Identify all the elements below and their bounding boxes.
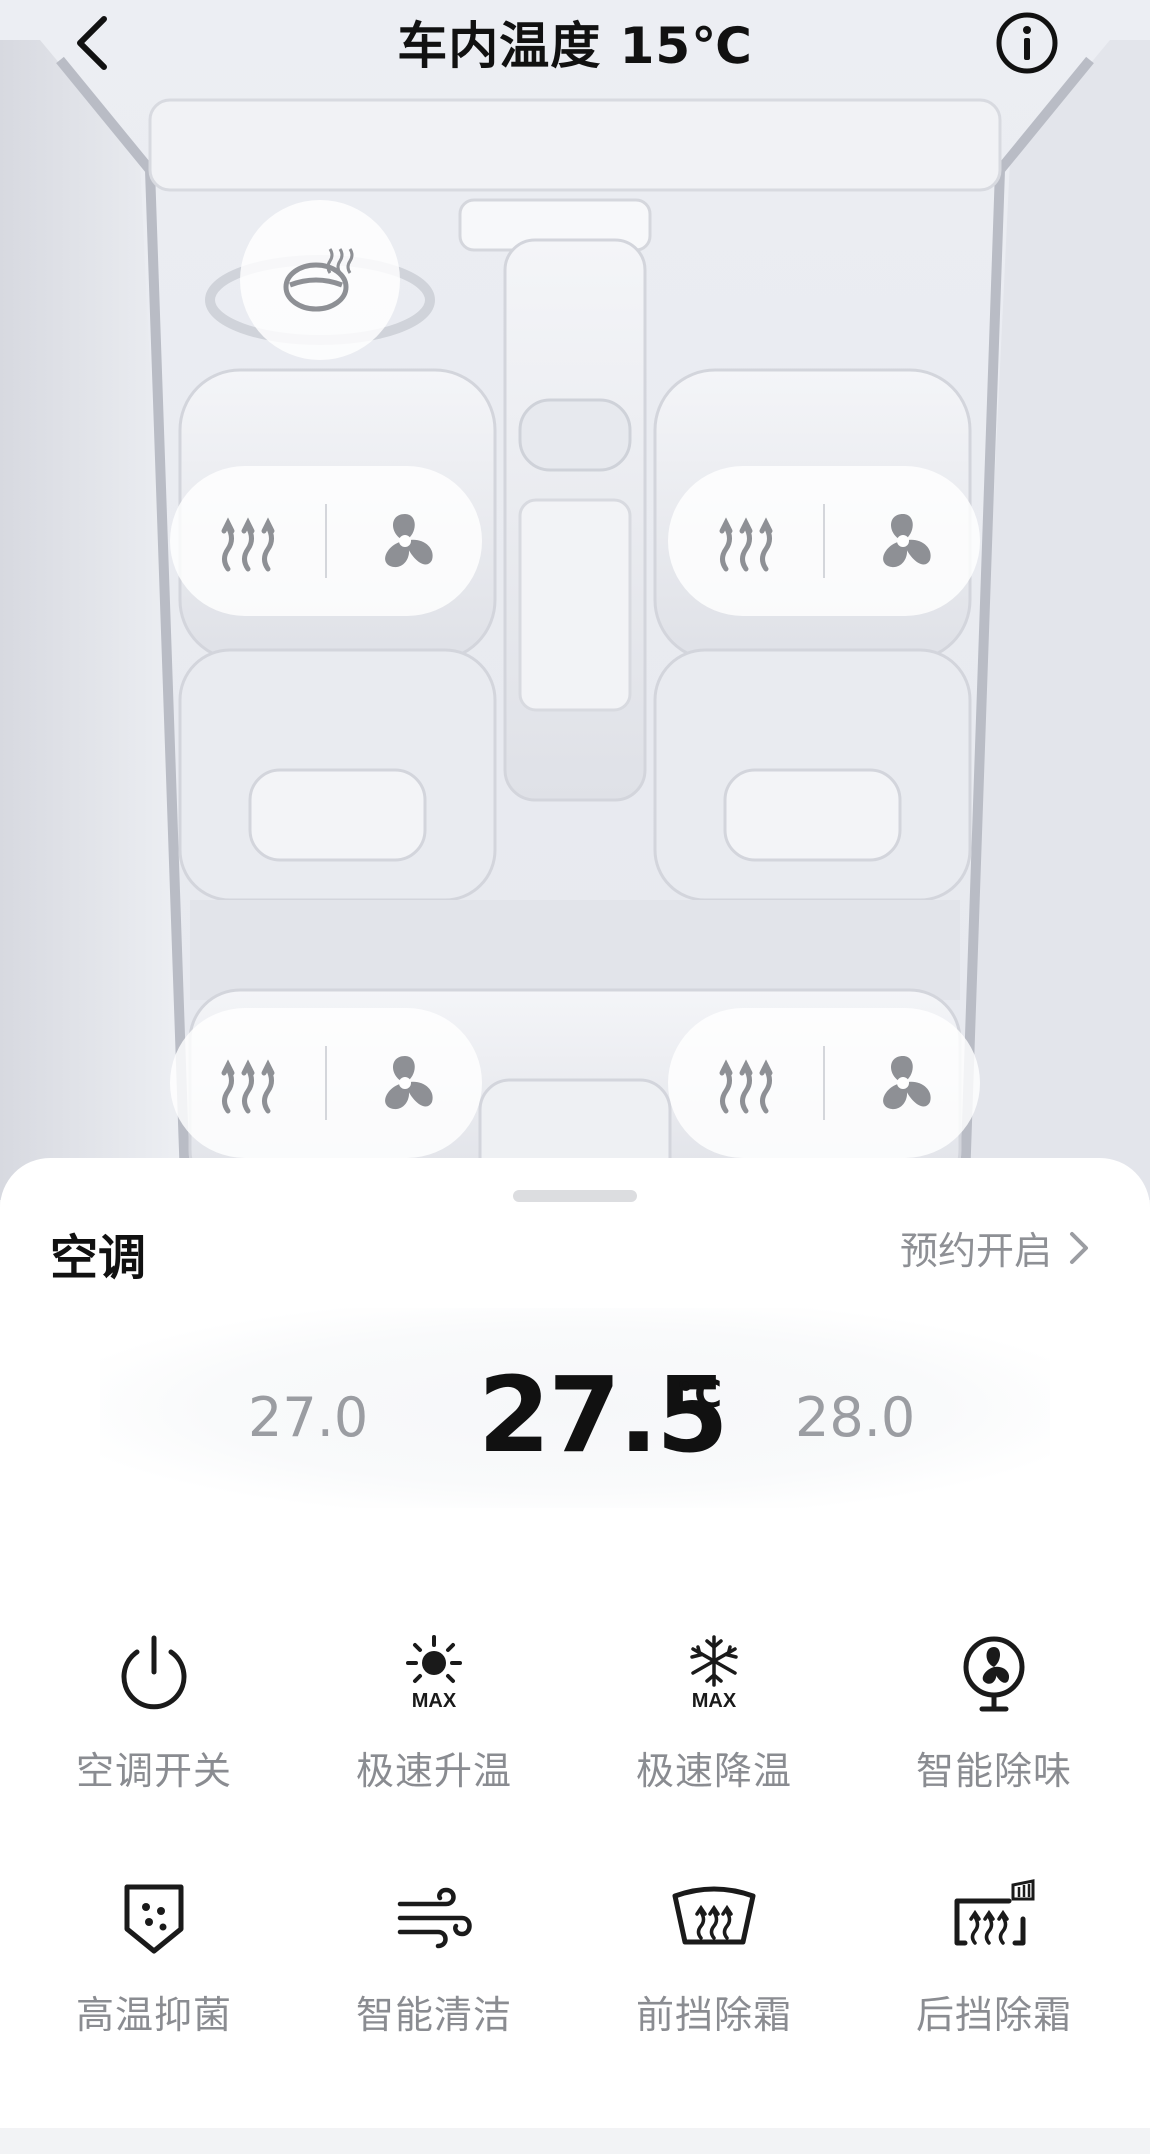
rapid-heat-label: 极速升温 [355, 1749, 512, 1793]
seat-heat-icon [221, 517, 274, 572]
seat-ventilation-button[interactable] [327, 466, 482, 616]
steering-wheel-heat-icon [283, 248, 354, 312]
svg-text:MAX: MAX [692, 1690, 737, 1712]
drag-handle[interactable] [513, 1190, 637, 1202]
front-defrost-label: 前挡除霜 [635, 1993, 792, 2037]
seat-heat-button[interactable] [668, 1008, 823, 1158]
rapid-heat-button[interactable]: MAX 极速升温 [294, 1628, 574, 1828]
ac-panel: 空调 预约开启 27.0 27.5 ℃ 28.0 空调开关 MAX 极速升温 M… [0, 1158, 1150, 2128]
ac-power-label: 空调开关 [75, 1749, 232, 1793]
temperature-option-prev[interactable]: 27.0 [248, 1386, 368, 1449]
front-defrost-icon [672, 1886, 756, 1945]
seat-controls-front-left [170, 466, 482, 616]
sun-max-icon: MAX [406, 1635, 462, 1712]
info-circle-icon [996, 12, 1058, 74]
info-button[interactable] [994, 10, 1060, 76]
seat-heat-button[interactable] [170, 466, 325, 616]
temperature-option-next[interactable]: 28.0 [795, 1386, 915, 1449]
smart-clean-label: 智能清洁 [355, 1993, 512, 2037]
seat-heat-icon [719, 517, 772, 572]
top-bar: 车内温度 15℃ [0, 0, 1150, 90]
snowflake-max-icon: MAX [690, 1635, 738, 1712]
temperature-unit: ℃ [676, 1372, 723, 1416]
seat-ventilation-icon [384, 1056, 433, 1110]
smart-clean-button[interactable]: 智能清洁 [294, 1872, 574, 2072]
high-temp-sterilize-button[interactable]: 高温抑菌 [14, 1872, 294, 2072]
seat-heat-button[interactable] [668, 466, 823, 616]
rear-defrost-icon [954, 1879, 1035, 1946]
rapid-cool-label: 极速降温 [635, 1749, 792, 1793]
climate-screen: 车内温度 15℃ 空调 预约开启 27.0 27.5 ℃ 28.0 空调开关 M… [0, 0, 1150, 2154]
ac-power-button[interactable]: 空调开关 [14, 1628, 294, 1828]
schedule-start-link[interactable]: 预约开启 [900, 1220, 1090, 1275]
seat-controls-front-right [668, 466, 980, 616]
bottom-safe-area [0, 2128, 1150, 2154]
svg-text:MAX: MAX [412, 1690, 457, 1712]
fan-icon [963, 1636, 1025, 1712]
rear-defrost-label: 后挡除霜 [915, 1993, 1072, 2037]
shield-sterilize-icon [124, 1884, 184, 1954]
schedule-start-label: 预约开启 [899, 1229, 1052, 1273]
seat-ventilation-icon [882, 514, 931, 568]
seat-ventilation-button[interactable] [327, 1008, 482, 1158]
smart-deodorize-button[interactable]: 智能除味 [854, 1628, 1134, 1828]
steering-wheel-heat-button[interactable] [240, 200, 400, 360]
high-temp-sterilize-label: 高温抑菌 [75, 1993, 232, 2037]
power-icon [121, 1635, 187, 1710]
panel-title: 空调 [50, 1230, 147, 1286]
seat-controls-rear-left [170, 1008, 482, 1158]
rear-defrost-button[interactable]: 后挡除霜 [854, 1872, 1134, 2072]
seat-ventilation-button[interactable] [825, 1008, 980, 1158]
seat-heat-icon [719, 1059, 772, 1114]
chevron-right-icon [1070, 1231, 1088, 1264]
wind-icon [397, 1887, 472, 1949]
seat-ventilation-icon [882, 1056, 931, 1110]
seat-controls-rear-right [668, 1008, 980, 1158]
seat-heat-button[interactable] [170, 1008, 325, 1158]
smart-deodorize-label: 智能除味 [915, 1749, 1072, 1793]
front-defrost-button[interactable]: 前挡除霜 [574, 1872, 854, 2072]
rapid-cool-button[interactable]: MAX 极速降温 [574, 1628, 854, 1828]
seat-ventilation-button[interactable] [825, 466, 980, 616]
seat-heat-icon [221, 1059, 274, 1114]
seat-ventilation-icon [384, 514, 433, 568]
car-interior-view: 车内温度 15℃ [0, 0, 1150, 1200]
cabin-temperature-title: 车内温度 15℃ [397, 17, 753, 75]
